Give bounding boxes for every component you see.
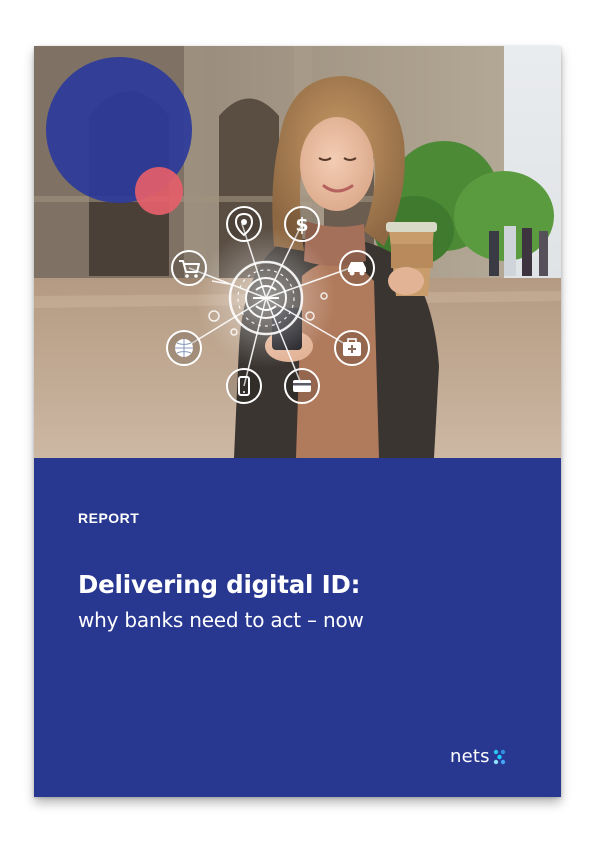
nets-logo: nets [450, 746, 507, 767]
nets-logo-text: nets [450, 746, 490, 767]
car-icon [339, 250, 375, 286]
cover-text-panel: REPORT Delivering digital ID: why banks … [34, 458, 561, 797]
medical-kit-icon [334, 330, 370, 366]
fingerprint-id-icon [236, 270, 296, 330]
globe-icon [166, 330, 202, 366]
svg-text:$: $ [295, 214, 308, 236]
report-title: Delivering digital ID: [78, 570, 361, 599]
report-label: REPORT [78, 510, 140, 526]
report-cover: $ REPORT Delivering digital ID: why bank… [34, 46, 561, 797]
shopping-cart-icon [171, 250, 207, 286]
location-pin-icon [226, 206, 262, 242]
credit-card-icon [284, 368, 320, 404]
dollar-icon: $ [284, 206, 320, 242]
cover-photo: $ [34, 46, 561, 458]
smartphone-icon [226, 368, 262, 404]
accent-circles [46, 57, 192, 215]
nets-logo-dots-icon [493, 749, 505, 764]
report-subtitle: why banks need to act – now [78, 608, 364, 632]
